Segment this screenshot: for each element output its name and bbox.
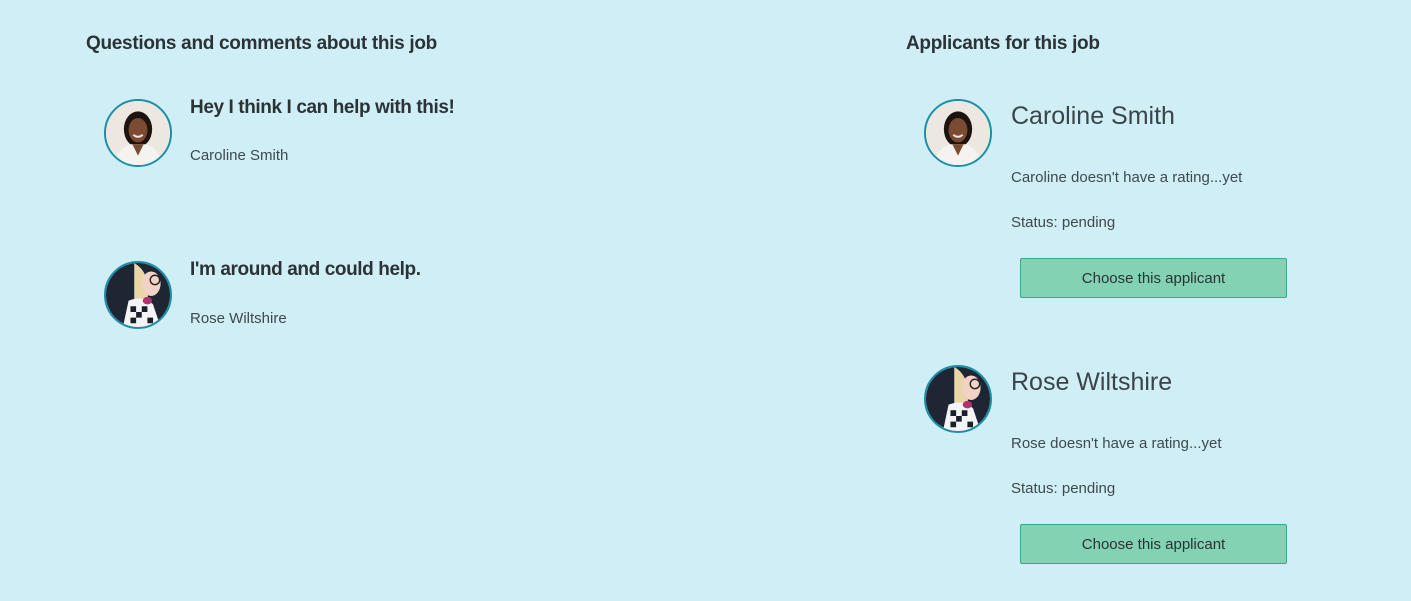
applicant-name[interactable]: Rose Wiltshire <box>1011 368 1172 397</box>
comment-author[interactable]: Caroline Smith <box>190 147 288 164</box>
applicant-rating: Caroline doesn't have a rating...yet <box>1011 169 1243 186</box>
applicant-avatar-rose[interactable] <box>924 365 992 433</box>
questions-section-title: Questions and comments about this job <box>86 33 437 54</box>
applicant-name[interactable]: Caroline Smith <box>1011 102 1175 131</box>
avatar-woman-glasses-icon <box>106 263 170 327</box>
applicant-avatar-caroline[interactable] <box>924 99 992 167</box>
avatar-woman-glasses-icon <box>926 367 990 431</box>
comment-text: I'm around and could help. <box>190 259 421 280</box>
comment-author[interactable]: Rose Wiltshire <box>190 310 287 327</box>
commenter-avatar-caroline[interactable] <box>104 99 172 167</box>
applicant-status: Status: pending <box>1011 214 1116 231</box>
comment-text: Hey I think I can help with this! <box>190 97 455 118</box>
applicants-section-title: Applicants for this job <box>906 33 1100 54</box>
avatar-woman-icon <box>106 101 170 165</box>
applicant-rating: Rose doesn't have a rating...yet <box>1011 435 1222 452</box>
avatar-woman-icon <box>926 101 990 165</box>
commenter-avatar-rose[interactable] <box>104 261 172 329</box>
choose-applicant-button[interactable]: Choose this applicant <box>1020 258 1287 298</box>
applicant-status: Status: pending <box>1011 480 1116 497</box>
choose-applicant-button[interactable]: Choose this applicant <box>1020 524 1287 564</box>
